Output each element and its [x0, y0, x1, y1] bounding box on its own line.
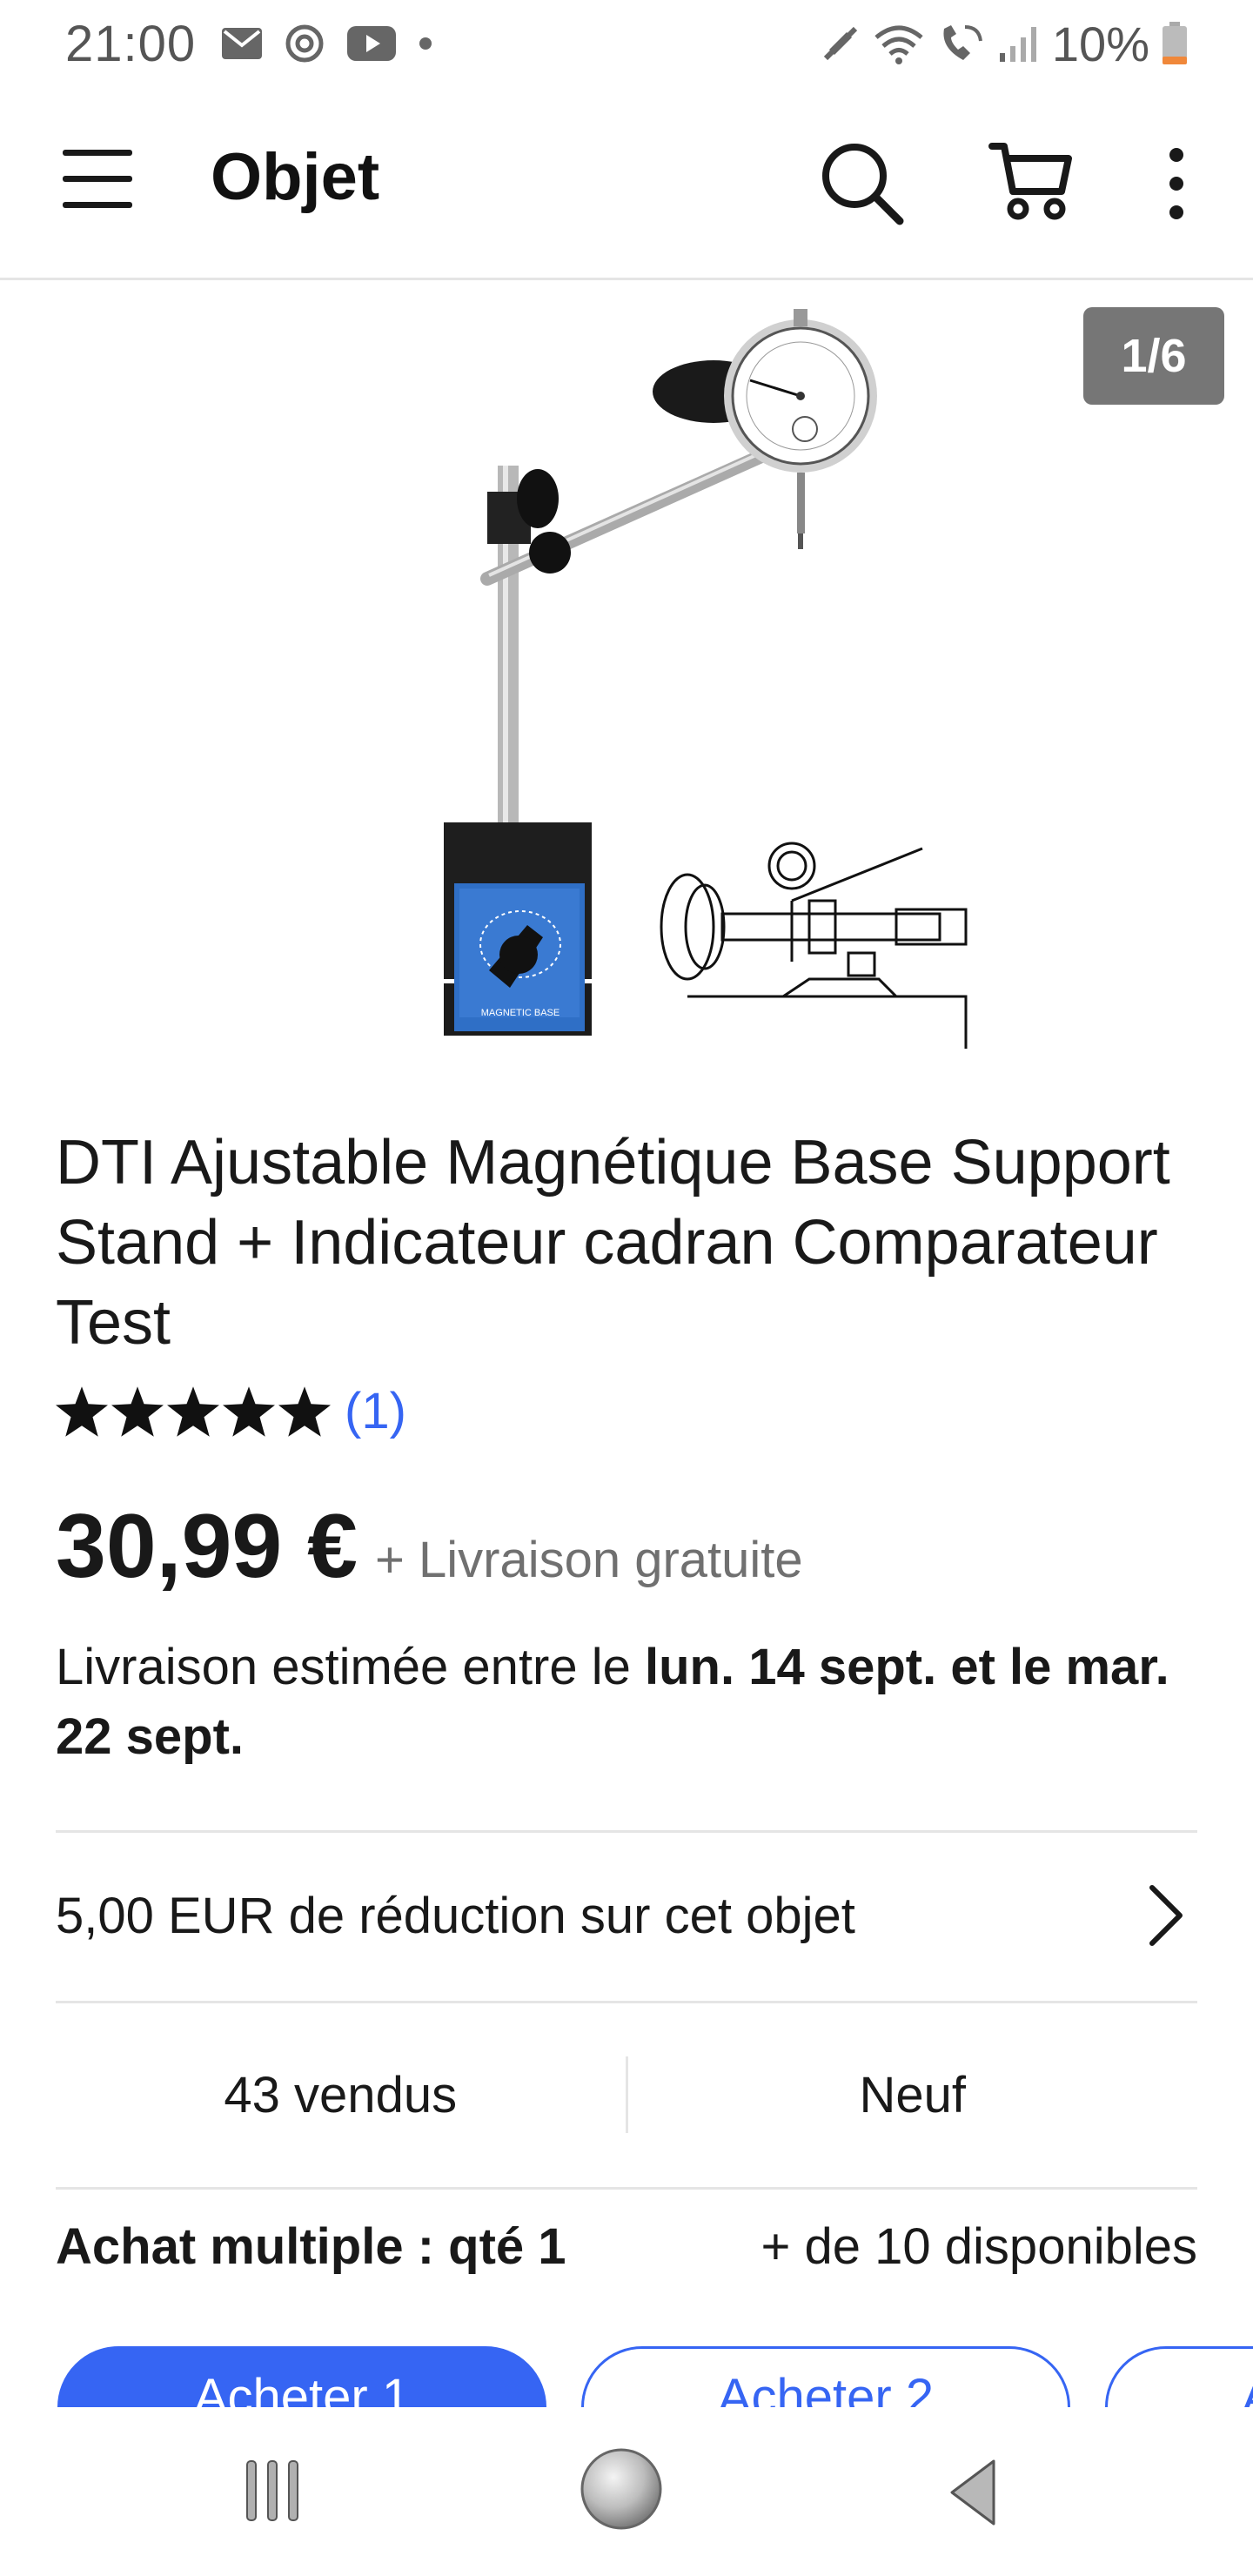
discount-text: 5,00 EUR de réduction sur cet objet: [56, 1887, 855, 1944]
search-button[interactable]: [818, 139, 905, 226]
product-image-gallery[interactable]: MAGNETIC BASE 1/6: [0, 283, 1253, 1066]
buy-1-button[interactable]: Acheter 1: [57, 2346, 546, 2407]
signal-icon: [999, 27, 1036, 62]
menu-button[interactable]: [61, 143, 134, 216]
star-rating: [56, 1385, 331, 1437]
multi-buy-buttons: Acheter 1 Acheter 2 Acheter 3: [0, 2341, 1253, 2407]
rating-count-link[interactable]: (1): [345, 1382, 406, 1440]
product-image: MAGNETIC BASE: [444, 309, 968, 1049]
home-icon[interactable]: [578, 2445, 665, 2532]
status-right: 10%: [821, 16, 1188, 72]
more-options-button[interactable]: [1150, 144, 1203, 223]
search-icon: [822, 144, 904, 225]
sold-count: 43 vendus: [224, 2066, 458, 2123]
battery-icon: [1163, 22, 1187, 64]
buy-3-button[interactable]: Acheter 3: [1105, 2346, 1253, 2407]
cart-button[interactable]: [988, 138, 1075, 225]
status-bar: 21:00 10%: [0, 0, 1253, 87]
chevron-right-icon: [1149, 1885, 1183, 1946]
multi-buy-row: Achat multiple : qté 1 + de 10 disponibl…: [56, 2217, 1197, 2276]
divider: [56, 2187, 1197, 2190]
mail-icon: [222, 28, 263, 59]
multi-buy-label: Achat multiple : qté 1: [56, 2218, 566, 2275]
battery-percentage: 10%: [1051, 16, 1149, 71]
dot-icon: [419, 37, 432, 50]
more-vert-icon: [1169, 148, 1183, 219]
star-icon: [111, 1385, 164, 1437]
app-bar: Objet: [0, 87, 1253, 280]
delivery-prefix: Livraison estimée entre le: [56, 1639, 645, 1695]
price: 30,99 €: [56, 1496, 358, 1597]
star-icon: [167, 1385, 219, 1437]
magnetic-base-label: MAGNETIC BASE: [481, 1008, 559, 1018]
status-time: 21:00: [65, 15, 197, 72]
sync-icon: [285, 24, 324, 63]
back-icon[interactable]: [947, 2458, 999, 2527]
shipping-info: + Livraison gratuite: [375, 1532, 803, 1588]
star-icon: [223, 1385, 275, 1437]
youtube-icon: [347, 26, 397, 61]
status-left-icons: [222, 23, 432, 64]
star-icon: [278, 1385, 331, 1437]
product-title: DTI Ajustable Magnétique Base Support St…: [56, 1128, 1170, 1358]
nfc-icon: [823, 26, 858, 61]
availability: + de 10 disponibles: [761, 2218, 1197, 2275]
wifi-icon: [874, 25, 923, 64]
menu-icon: [63, 150, 132, 208]
recent-apps-icon[interactable]: [244, 2458, 301, 2524]
page-title: Objet: [211, 140, 380, 214]
cart-icon: [988, 143, 1072, 220]
delivery-estimate: Livraison estimée entre le lun. 14 sept.…: [56, 1633, 1204, 1772]
system-nav-bar: [0, 2407, 1253, 2576]
discount-row[interactable]: 5,00 EUR de réduction sur cet objet: [56, 1833, 1197, 1998]
image-counter-badge: 1/6: [1083, 307, 1224, 405]
price-row: 30,99 € + Livraison gratuite: [56, 1495, 803, 1599]
item-condition: Neuf: [859, 2066, 966, 2123]
wifi-call-icon: [943, 25, 982, 60]
rating[interactable]: (1): [56, 1382, 406, 1440]
buy-2-button[interactable]: Acheter 2: [581, 2346, 1070, 2407]
star-icon: [56, 1385, 108, 1437]
stats-row: 43 vendus Neuf: [56, 2003, 1197, 2186]
